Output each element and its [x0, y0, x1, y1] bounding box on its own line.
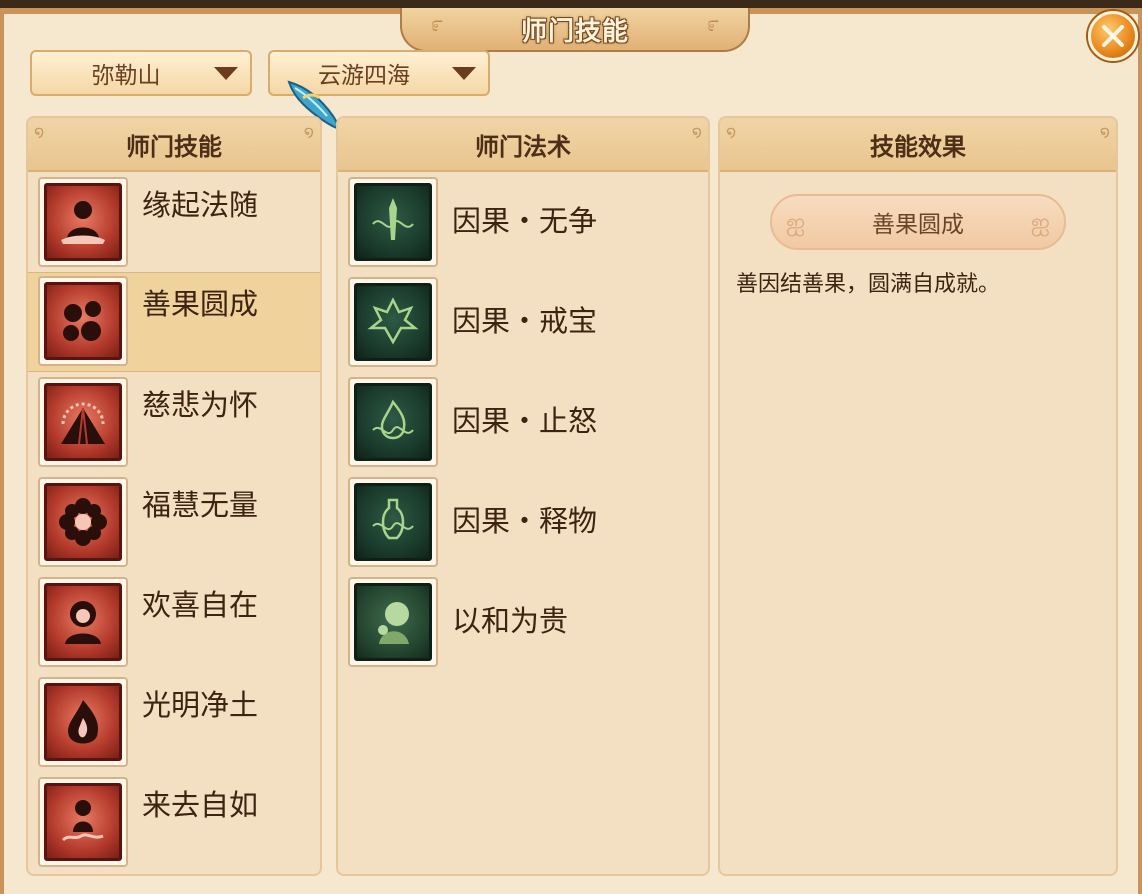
skill-item[interactable]: 来去自如: [28, 774, 320, 874]
title-plate: ೯ 师门技能 ೯: [400, 8, 750, 52]
cloud-monk-icon: [44, 783, 122, 861]
skill-icon-frame: [38, 276, 128, 366]
skill-icon-frame: [38, 777, 128, 867]
spells-panel: 师门法术 ໑ 因果・无争 因果・戒宝 因果・止怒 因果・释物 以和为贵: [336, 116, 710, 876]
spell-item[interactable]: 以和为贵: [338, 574, 708, 674]
demon-swirl-icon: [354, 283, 432, 361]
skill-label: 善果圆成: [142, 287, 259, 321]
monk-bow-icon: [354, 583, 432, 661]
skill-icon-frame: [38, 377, 128, 467]
spells-panel-header: 师门法术 ໑: [338, 118, 708, 172]
fruits-icon: [44, 282, 122, 360]
skill-label: 缘起法随: [142, 188, 259, 222]
skill-item[interactable]: 慈悲为怀: [28, 374, 320, 474]
sword-swirl-icon: [354, 183, 432, 261]
vase-swirl-icon: [354, 483, 432, 561]
effect-panel-header: ໑ 技能效果 ໑: [720, 118, 1116, 172]
skill-item[interactable]: 缘起法随: [28, 174, 320, 274]
chevron-down-icon: [214, 67, 238, 80]
skill-icon-frame: [38, 677, 128, 767]
corner-ornament-icon: ໑: [34, 122, 45, 141]
window-title: 师门技能: [520, 16, 629, 47]
skill-icon-frame: [38, 177, 128, 267]
skill-item[interactable]: 欢喜自在: [28, 574, 320, 674]
skills-panel-title: 师门技能: [126, 132, 222, 161]
effect-skill-name: 善果圆成: [872, 212, 964, 238]
close-icon: [1102, 25, 1124, 47]
skill-item-selected[interactable]: 善果圆成: [28, 272, 320, 372]
close-button[interactable]: [1088, 11, 1138, 61]
spell-label: 以和为贵: [452, 604, 569, 638]
skill-label: 慈悲为怀: [142, 388, 259, 422]
spell-icon-frame: [348, 477, 438, 567]
cloud-ornament-icon: ೯: [430, 12, 444, 37]
cloud-ornament-icon: ೯: [706, 12, 720, 37]
spell-label: 因果・戒宝: [452, 304, 598, 338]
skill-label: 福慧无量: [142, 488, 259, 522]
spell-icon-frame: [348, 177, 438, 267]
skill-label: 欢喜自在: [142, 588, 259, 622]
skill-label: 来去自如: [142, 788, 259, 822]
corner-ornament-icon: ໑: [691, 122, 702, 141]
radiant-mountain-icon: [44, 383, 122, 461]
skills-panel: ໑ 师门技能 ໑ 缘起法随 善果圆成 慈悲为怀 福慧无量 欢喜自在 光明净土 来…: [26, 116, 322, 876]
spell-item[interactable]: 因果・无争: [338, 174, 708, 274]
skill-item[interactable]: 福慧无量: [28, 474, 320, 574]
cloud-ornament-icon: ஐ: [786, 208, 806, 236]
chevron-down-icon: [452, 67, 476, 80]
spell-item[interactable]: 因果・释物: [338, 474, 708, 574]
spells-panel-title: 师门法术: [475, 132, 571, 161]
flame-swirl-icon: [354, 383, 432, 461]
sect-dropdown[interactable]: 弥勒山: [30, 50, 252, 96]
skill-window: ೯ 师门技能 ೯ 弥勒山 云游四海 ໑ 师门技能 ໑ 缘起法随 善果圆成 慈悲为…: [0, 8, 1142, 894]
spell-label: 因果・无争: [452, 204, 598, 238]
spell-item[interactable]: 因果・止怒: [338, 374, 708, 474]
effect-panel: ໑ 技能效果 ໑ ஐ 善果圆成 ஐ 善因结善果，圆满自成就。: [718, 116, 1118, 876]
sitting-monk-icon: [44, 183, 122, 261]
cloud-ornament-icon: ஐ: [1030, 208, 1050, 236]
skill-item[interactable]: 光明净土: [28, 674, 320, 774]
lotus-flower-icon: [44, 483, 122, 561]
effect-skill-name-plate: ஐ 善果圆成 ஐ: [770, 194, 1066, 250]
skills-panel-header: ໑ 师门技能 ໑: [28, 118, 320, 172]
corner-ornament-icon: ໑: [726, 122, 737, 141]
effect-panel-title: 技能效果: [870, 132, 966, 161]
skill-icon-frame: [38, 577, 128, 667]
laughing-monk-icon: [44, 583, 122, 661]
spell-label: 因果・释物: [452, 504, 598, 538]
flame-icon: [44, 683, 122, 761]
spell-item[interactable]: 因果・戒宝: [338, 274, 708, 374]
spell-icon-frame: [348, 377, 438, 467]
corner-ornament-icon: ໑: [303, 122, 314, 141]
skill-label: 光明净土: [142, 688, 259, 722]
spell-icon-frame: [348, 277, 438, 367]
corner-ornament-icon: ໑: [1099, 122, 1110, 141]
effect-description: 善因结善果，圆满自成就。: [736, 272, 1001, 297]
skill-icon-frame: [38, 477, 128, 567]
spell-icon-frame: [348, 577, 438, 667]
spell-label: 因果・止怒: [452, 404, 598, 438]
